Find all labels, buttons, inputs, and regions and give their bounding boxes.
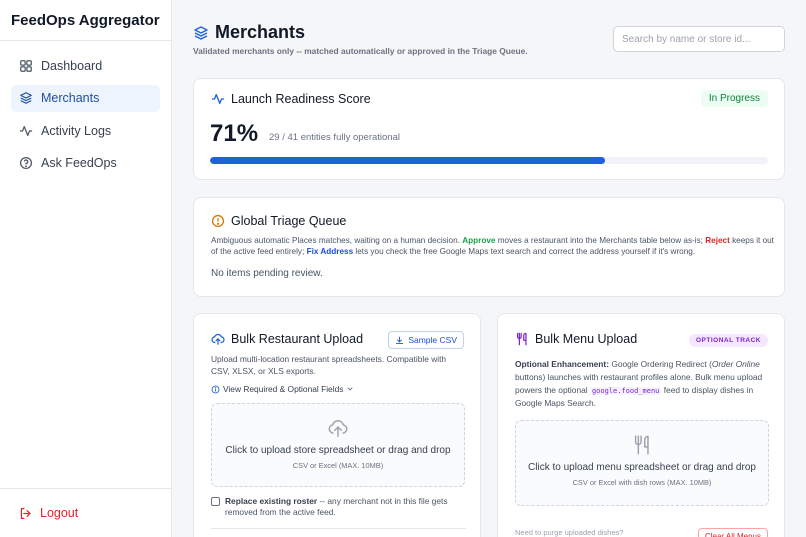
reject-term: Reject — [705, 236, 730, 245]
dropzone-label: Click to upload menu spreadsheet or drag… — [528, 462, 756, 473]
clear-all-menus-button[interactable]: Clear All Menus — [697, 528, 768, 537]
activity-icon — [19, 124, 33, 138]
page-subtitle: Validated merchants only -- matched auto… — [193, 46, 528, 56]
sidebar-item-dashboard[interactable]: Dashboard — [11, 52, 160, 79]
optional-track-badge: OPTIONAL TRACK — [688, 334, 768, 347]
bulk-menu-title: Bulk Menu Upload — [515, 332, 637, 346]
bulk-restaurant-title: Bulk Restaurant Upload — [211, 332, 363, 346]
bulk-menu-upload-card: Bulk Menu Upload OPTIONAL TRACK Optional… — [497, 313, 785, 537]
utensils-icon — [517, 332, 527, 346]
status-badge: In Progress — [700, 90, 768, 107]
logout-icon — [20, 507, 31, 519]
readiness-detail: 29 / 41 entities fully operational — [269, 132, 400, 143]
chevron-down-icon — [347, 387, 353, 391]
dropzone-hint: CSV or Excel (MAX. 10MB) — [292, 461, 384, 470]
triage-queue-title: Global Triage Queue — [211, 214, 346, 228]
replace-roster-option[interactable]: Replace existing roster -- any merchant … — [211, 496, 466, 518]
cloud-upload-icon — [328, 420, 348, 437]
download-icon — [396, 336, 404, 344]
readiness-progress-bar — [210, 157, 768, 164]
triage-empty-state: No items pending review. — [211, 268, 323, 279]
readiness-progress-fill — [210, 157, 605, 164]
cloud-upload-icon — [211, 333, 225, 345]
readiness-percent: 71% — [210, 120, 259, 147]
sidebar-item-merchants[interactable]: Merchants — [11, 84, 160, 112]
menu-upload-dropzone[interactable]: Click to upload menu spreadsheet or drag… — [515, 420, 769, 506]
search-input[interactable] — [613, 26, 785, 52]
fix-address-term: Fix Address — [306, 247, 354, 257]
logout-label: Logout — [40, 506, 79, 520]
store-upload-dropzone[interactable]: Click to upload store spreadsheet or dra… — [211, 403, 465, 487]
dropzone-hint: CSV or Excel with dish rows (MAX. 10MB) — [572, 478, 712, 487]
sidebar-item-label: Merchants — [41, 91, 100, 105]
main-content: Merchants Validated merchants only -- ma… — [172, 0, 806, 537]
utensils-icon — [634, 435, 649, 455]
activity-icon — [211, 93, 225, 105]
approve-term: Approve — [462, 236, 496, 245]
help-circle-icon — [19, 156, 33, 170]
layers-icon — [19, 91, 33, 105]
info-icon — [211, 385, 220, 393]
replace-roster-checkbox[interactable] — [211, 497, 220, 506]
food-menu-code: google.food_menu — [589, 386, 662, 395]
page-title-text: Merchants — [215, 22, 306, 42]
launch-readiness-title: Launch Readiness Score — [211, 92, 371, 106]
sidebar-item-ask-feedops[interactable]: Ask FeedOps — [11, 150, 160, 177]
app-title: FeedOps Aggregator — [0, 0, 171, 41]
layers-icon — [194, 25, 208, 40]
logout-button[interactable]: Logout — [0, 488, 171, 537]
triage-description: Ambiguous automatic Places matches, wait… — [211, 236, 774, 257]
triage-queue-card: Global Triage Queue Ambiguous automatic … — [193, 197, 785, 297]
sidebar-item-label: Dashboard — [41, 58, 103, 73]
alert-circle-icon — [211, 214, 225, 228]
divider — [211, 528, 466, 529]
bulk-menu-description: Optional Enhancement: Google Ordering Re… — [515, 359, 763, 409]
page-title: Merchants — [193, 22, 305, 43]
clear-menus-hint: Need to purge uploaded dishes? — [515, 528, 624, 537]
sidebar-item-label: Ask FeedOps — [41, 156, 117, 170]
bulk-restaurant-upload-card: Bulk Restaurant Upload Sample CSV Upload… — [193, 313, 481, 537]
sidebar-nav: Dashboard Merchants Activity Logs Ask Fe… — [0, 41, 171, 177]
launch-readiness-card: Launch Readiness Score In Progress 71% 2… — [193, 78, 785, 180]
dropzone-label: Click to upload store spreadsheet or dra… — [225, 445, 451, 456]
sidebar-item-label: Activity Logs — [41, 123, 112, 138]
view-fields-toggle[interactable]: View Required & Optional Fields — [211, 384, 357, 394]
grid-icon — [19, 59, 33, 73]
bulk-restaurant-description: Upload multi-location restaurant spreads… — [211, 354, 447, 376]
sidebar-item-activity-logs[interactable]: Activity Logs — [11, 117, 160, 144]
sample-csv-button[interactable]: Sample CSV — [388, 331, 464, 349]
sidebar: FeedOps Aggregator Dashboard Merchants A… — [0, 0, 172, 537]
